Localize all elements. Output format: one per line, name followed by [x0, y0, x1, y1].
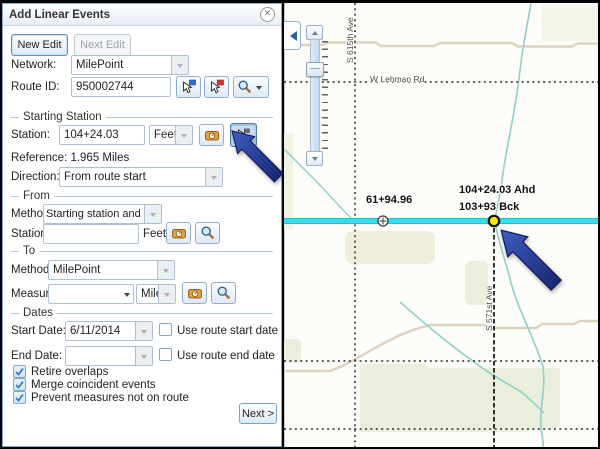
search-icon	[200, 225, 216, 241]
next-edit-button[interactable]: Next Edit	[74, 34, 131, 56]
route-search-menu-button[interactable]	[233, 76, 269, 98]
station-label-left: 61+94.96	[366, 194, 412, 206]
green-area	[542, 5, 598, 41]
to-method-label: Method:	[11, 264, 53, 276]
annotation-arrow-station-picker	[231, 130, 287, 186]
search-icon	[237, 79, 253, 95]
prevent-measures-label: Prevent measures not on route	[31, 392, 189, 404]
station-input[interactable]	[59, 125, 145, 145]
chevron-down-icon[interactable]	[135, 322, 152, 340]
road-label-571st: S 571st Ave	[484, 259, 494, 331]
station-unit-select[interactable]: Feet	[149, 125, 193, 145]
zoom-out-button[interactable]	[306, 151, 323, 166]
measure-unit-select[interactable]: Miles	[136, 284, 176, 304]
use-route-end-date-label: Use route end date	[177, 350, 275, 362]
odometer-icon	[187, 285, 203, 301]
zoom-in-button[interactable]	[306, 25, 323, 40]
network-select[interactable]: MilePoint	[71, 55, 189, 75]
zoom-slider-handle[interactable]	[306, 62, 324, 77]
clear-route-selection-button[interactable]	[204, 76, 229, 98]
use-route-start-date-checkbox[interactable]	[159, 323, 172, 336]
retire-overlaps-label: Retire overlaps	[31, 366, 108, 378]
search-icon	[216, 285, 232, 301]
direction-select[interactable]: From route start	[59, 167, 223, 187]
check-icon	[14, 392, 25, 403]
odometer-icon	[171, 225, 187, 241]
start-date-picker[interactable]: 6/11/2014	[65, 321, 153, 341]
from-unit-label: Feet	[143, 228, 166, 240]
chevron-down-icon[interactable]	[157, 261, 174, 279]
to-method-select[interactable]: MilePoint	[48, 260, 175, 280]
chevron-down-icon[interactable]	[144, 205, 161, 223]
chevron-down-icon	[175, 126, 192, 144]
new-edit-button[interactable]: New Edit	[11, 34, 68, 56]
station-label: Station:	[11, 129, 50, 141]
route-id-label: Route ID:	[11, 81, 60, 93]
end-date-picker[interactable]	[65, 346, 153, 366]
check-icon	[14, 379, 25, 390]
select-route-on-map-button[interactable]	[176, 76, 201, 98]
zoom-slider-track[interactable]	[310, 39, 320, 152]
app-window: Add Linear Events ✕ New Edit Next Edit N…	[0, 0, 600, 449]
zoom-slider[interactable]	[304, 25, 330, 169]
start-date-label: Start Date:	[11, 325, 66, 337]
panel-title: Add Linear Events	[9, 9, 260, 21]
green-area	[284, 133, 293, 229]
chevron-down-icon[interactable]	[135, 347, 152, 365]
road-tan-bottom	[284, 321, 598, 371]
use-route-end-date-checkbox[interactable]	[159, 348, 172, 361]
station-label-ahead: 104+24.03 Ahd	[459, 184, 535, 196]
station-measure-tool-button[interactable]	[199, 124, 224, 146]
check-icon	[14, 366, 25, 377]
chevron-down-icon[interactable]	[171, 56, 188, 74]
from-fieldset: From	[11, 190, 273, 202]
cursor-blue-flag-icon	[181, 79, 197, 95]
retire-overlaps-checkbox[interactable]	[13, 365, 26, 378]
measure-search-button[interactable]	[211, 282, 236, 304]
merge-coincident-checkbox[interactable]	[13, 378, 26, 391]
map-canvas[interactable]: 61+94.96 104+24.03 Ahd 103+93 Bck W Lehm…	[284, 3, 598, 447]
panel-collapse-button[interactable]	[284, 21, 301, 50]
odometer-icon	[204, 127, 220, 143]
dates-fieldset: Dates	[11, 307, 273, 319]
network-label: Network:	[11, 59, 56, 71]
green-area	[360, 364, 560, 432]
from-search-button[interactable]	[195, 222, 220, 244]
network-value: MilePoint	[72, 56, 171, 74]
next-button[interactable]: Next >	[239, 403, 277, 424]
route-id-input[interactable]	[71, 77, 171, 97]
road-label-lehman: W Lehman Rd	[370, 74, 424, 84]
end-date-label: End Date:	[11, 350, 62, 362]
zoom-slider-ticks	[322, 41, 328, 149]
close-icon[interactable]: ✕	[260, 7, 275, 22]
direction-label: Direction:	[11, 171, 60, 183]
chevron-down-icon[interactable]	[205, 168, 222, 186]
road-tan-top	[284, 43, 598, 47]
chevron-down-icon[interactable]	[121, 285, 133, 303]
from-method-select[interactable]: Starting station and offset	[43, 204, 162, 224]
reference-text: Reference: 1.965 Miles	[11, 152, 129, 164]
to-fieldset: To	[11, 245, 273, 257]
use-route-start-date-label: Use route start date	[177, 325, 278, 337]
map-linework	[284, 3, 598, 447]
add-linear-events-panel: Add Linear Events ✕ New Edit Next Edit N…	[2, 3, 282, 447]
from-station-input[interactable]	[43, 224, 139, 244]
station-label-back: 103+93 Bck	[459, 201, 519, 213]
measure-input-combo[interactable]	[48, 284, 134, 304]
starting-station-fieldset: Starting Station	[11, 111, 273, 123]
cursor-red-flag-icon	[209, 79, 225, 95]
measure-tool-button[interactable]	[182, 282, 207, 304]
road-label-615th: S 615th Ave	[345, 3, 355, 63]
field-patch	[345, 231, 435, 264]
merge-coincident-label: Merge coincident events	[31, 379, 156, 391]
chevron-down-icon	[253, 82, 265, 93]
station-reference-symbol	[378, 216, 388, 226]
snapped-station-marker[interactable]	[489, 216, 499, 226]
green-area	[284, 339, 301, 363]
chevron-down-icon	[158, 285, 175, 303]
panel-titlebar: Add Linear Events ✕	[3, 4, 281, 26]
from-measure-tool-button[interactable]	[166, 222, 191, 244]
prevent-measures-checkbox[interactable]	[13, 391, 26, 404]
annotation-arrow-marker	[500, 229, 566, 295]
